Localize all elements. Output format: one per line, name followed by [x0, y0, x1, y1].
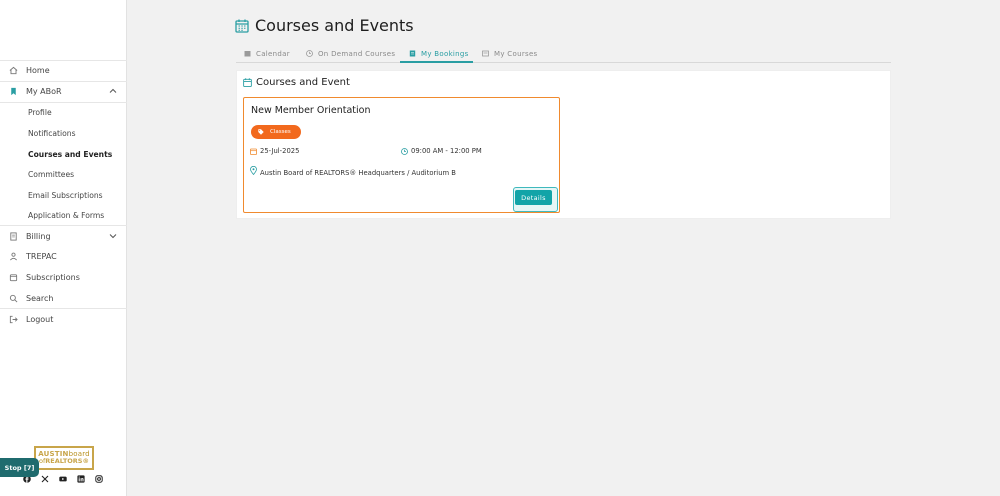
details-button[interactable]: Details: [515, 190, 552, 205]
sidebar-item-subscriptions[interactable]: Subscriptions: [0, 267, 127, 288]
sidebar-item-my-abor[interactable]: My ABoR: [0, 81, 127, 102]
panel-title: Courses and Event: [256, 77, 350, 88]
event-time-value: 09:00 AM - 12:00 PM: [411, 147, 482, 155]
stop-button[interactable]: Stop [7]: [0, 458, 39, 477]
tab-on-demand-courses[interactable]: On Demand Courses: [306, 44, 395, 63]
sidebar: Home My ABoR Profile Notifications Cours…: [0, 0, 127, 496]
sidebar-item-label: TREPAC: [26, 252, 57, 261]
tab-calendar[interactable]: Calendar: [244, 44, 290, 63]
event-time: 09:00 AM - 12:00 PM: [401, 147, 482, 155]
sidebar-item-search[interactable]: Search: [0, 288, 127, 309]
bookings-tab-icon: [409, 50, 416, 57]
sidebar-subitem-profile[interactable]: Profile: [28, 108, 52, 117]
sidebar-item-trepac[interactable]: TREPAC: [0, 246, 127, 267]
subscriptions-icon: [8, 273, 18, 283]
instagram-icon[interactable]: [95, 475, 103, 483]
event-date-value: 25-Jul-2025: [260, 147, 300, 155]
clock-tab-icon: [306, 50, 313, 57]
linkedin-icon[interactable]: [77, 475, 85, 483]
sidebar-subitem-email-subscriptions[interactable]: Email Subscriptions: [28, 191, 103, 200]
event-location-value: Austin Board of REALTORS® Headquarters /…: [260, 169, 456, 177]
sidebar-item-label: Home: [26, 66, 50, 75]
chevron-down-icon[interactable]: [108, 231, 118, 241]
home-icon: [8, 66, 18, 76]
tag-icon: [258, 129, 264, 135]
event-date: 25-Jul-2025: [250, 147, 299, 155]
sidebar-item-logout[interactable]: Logout: [0, 309, 127, 330]
x-icon[interactable]: [41, 475, 49, 483]
courses-tab-icon: [482, 50, 489, 57]
page-header: Courses and Events: [235, 16, 414, 35]
tab-label: My Bookings: [421, 49, 469, 58]
sidebar-subitem-committees[interactable]: Committees: [28, 170, 74, 179]
active-tab-indicator: [400, 61, 473, 63]
tab-label: My Courses: [494, 49, 538, 58]
sidebar-item-label: Billing: [26, 232, 51, 241]
panel-header: Courses and Event: [243, 77, 350, 88]
sidebar-item-billing[interactable]: Billing: [0, 226, 127, 247]
map-pin-icon: [250, 166, 257, 175]
sidebar-item-label: Search: [26, 294, 54, 303]
abor-logo: AUSTINboard ofREALTORS®: [34, 446, 94, 470]
bookmark-icon: [8, 87, 18, 97]
clock-icon: [401, 147, 408, 155]
logout-icon: [8, 315, 18, 325]
event-tag-label: Classes: [270, 129, 291, 135]
chevron-up-icon[interactable]: [108, 86, 118, 96]
event-location: Austin Board of REALTORS® Headquarters /…: [250, 164, 456, 177]
youtube-icon[interactable]: [59, 475, 67, 483]
tab-label: On Demand Courses: [318, 49, 396, 58]
calendar-icon: [235, 19, 249, 33]
sidebar-item-label: Logout: [26, 315, 54, 324]
sidebar-subitem-application-forms[interactable]: Application & Forms: [28, 211, 104, 220]
tab-bar: Calendar On Demand Courses My Bookings M…: [236, 44, 891, 63]
sidebar-item-label: My ABoR: [26, 87, 62, 96]
tab-label: Calendar: [256, 49, 290, 58]
search-icon: [8, 294, 18, 304]
divider: [0, 102, 127, 103]
page-title: Courses and Events: [255, 16, 414, 35]
sidebar-item-home[interactable]: Home: [0, 60, 127, 81]
trepac-icon: [8, 252, 18, 262]
sidebar-subitem-courses-and-events[interactable]: Courses and Events: [28, 150, 112, 159]
calendar-small-icon: [250, 148, 257, 155]
event-tag: Classes: [251, 125, 301, 139]
sidebar-item-label: Subscriptions: [26, 273, 80, 282]
calendar-icon: [243, 78, 252, 87]
billing-icon: [8, 232, 18, 242]
sidebar-subitem-notifications[interactable]: Notifications: [28, 129, 76, 138]
calendar-tab-icon: [244, 50, 251, 57]
event-title: New Member Orientation: [251, 105, 371, 116]
tab-my-courses[interactable]: My Courses: [482, 44, 538, 63]
